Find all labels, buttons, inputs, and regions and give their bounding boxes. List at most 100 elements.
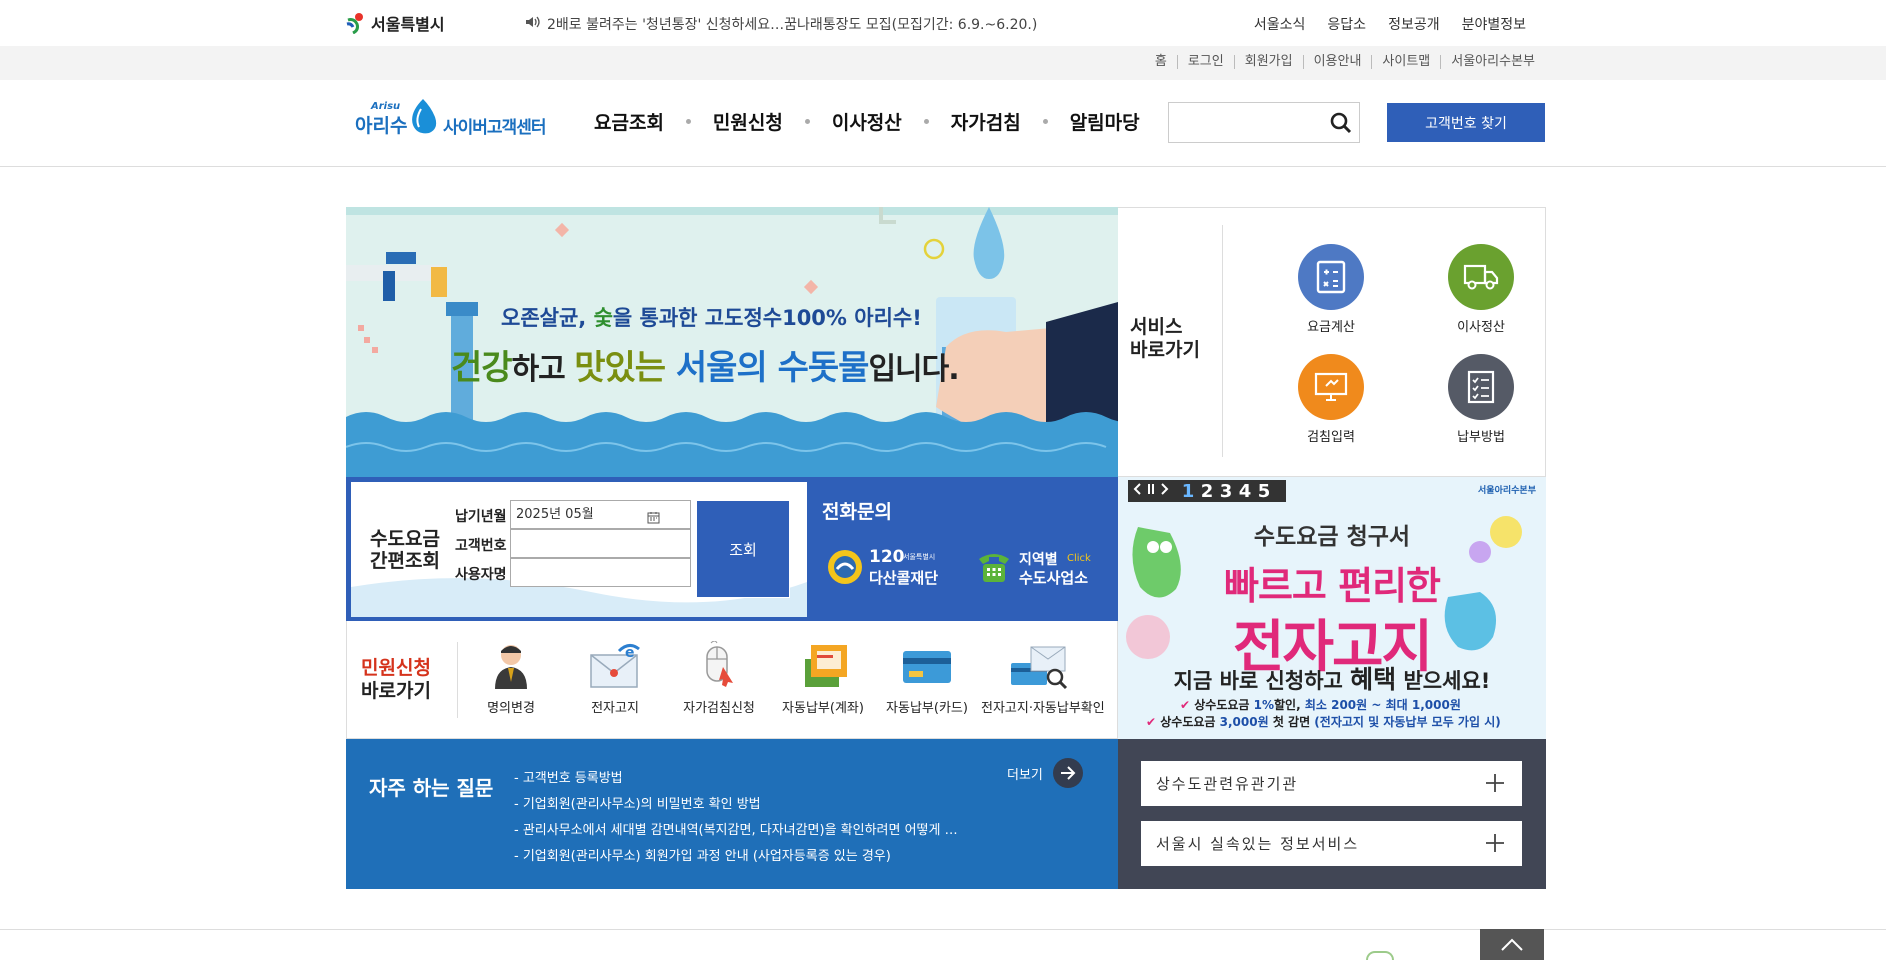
seoul-city-name: 서울특별시 <box>371 15 445 34</box>
gnb-self-reading[interactable]: 자가검침 <box>951 108 1021 135</box>
util-home-link[interactable]: 홈 <box>1145 55 1177 69</box>
civil-ebill[interactable]: e 전자고지 <box>565 641 665 716</box>
topnav-eungdapso[interactable]: 응답소 <box>1327 14 1366 34</box>
util-signup-link[interactable]: 회원가입 <box>1233 55 1303 69</box>
gnb-civil-petition[interactable]: 민원신청 <box>713 108 783 135</box>
faq-item[interactable]: - 기업회원(관리사무소) 회원가입 과정 안내 (사업자등록증 있는 경우) <box>514 845 891 864</box>
pager-page-1[interactable]: 1 <box>1180 481 1196 502</box>
util-arisu-hq-link[interactable]: 서울아리수본부 <box>1440 55 1545 69</box>
util-sitemap-link[interactable]: 사이트맵 <box>1371 55 1440 69</box>
plus-icon <box>1485 770 1505 798</box>
banner-line1-prefix: 오존살균, <box>501 306 594 330</box>
notice-ticker[interactable]: 2배로 불려주는 '청년통장' 신청하세요…꿈나래통장도 모집(모집기간: 6.… <box>525 14 1037 34</box>
ebill-cta-benefit: 혜택 <box>1350 665 1397 694</box>
gnb-separator <box>804 119 810 124</box>
phone-inquiry: 전화문의 120 서울특별시 다산콜재단 지역별 Click 수도사업소 <box>807 477 1118 621</box>
dasan-small-label: 서울특별시 <box>903 553 936 561</box>
ebill-note2-b: 3,000원 <box>1219 715 1269 729</box>
find-customer-number-button[interactable]: 고객번호 찾기 <box>1387 103 1545 142</box>
pause-icon[interactable] <box>1146 483 1156 499</box>
lookup-submit-button[interactable]: 조회 <box>696 500 790 598</box>
phone-inquiry-title: 전화문의 <box>822 501 892 523</box>
service-fee-calc[interactable]: 요금계산 <box>1276 244 1386 335</box>
pager-page-5[interactable]: 5 <box>1256 481 1272 502</box>
topnav-field-info[interactable]: 분야별정보 <box>1462 14 1526 34</box>
banner-line1-suffix: 을 통과한 고도정수100% 아리수! <box>612 306 922 330</box>
service-payment-method[interactable]: 납부방법 <box>1426 354 1536 445</box>
notice-text: 2배로 불려주는 '청년통장' 신청하세요…꿈나래통장도 모집(모집기간: 6.… <box>547 17 1038 33</box>
customer-number-field[interactable] <box>510 529 691 558</box>
civil-autopay-card[interactable]: 자동납부(카드) <box>877 641 977 716</box>
service-shortcuts-title: 서비스 바로가기 <box>1130 316 1200 362</box>
ebill-promo-banner[interactable]: 1 2 3 4 5 서울아리수본부 수도요금 청구서 빠르고 편리한 전자고지 … <box>1118 477 1546 739</box>
search-input[interactable] <box>1169 103 1319 142</box>
civil-autopay-account[interactable]: 자동납부(계좌) <box>773 641 873 716</box>
plus-icon <box>1485 830 1505 858</box>
ebill-note2-c: 첫 감면 <box>1268 715 1315 729</box>
util-login-link[interactable]: 로그인 <box>1176 55 1234 69</box>
arisu-logo[interactable]: Arisu 아리수 사이버고객센터 <box>355 95 555 139</box>
divider <box>1222 225 1223 457</box>
civil-self-reading[interactable]: 자가검침신청 <box>669 640 769 716</box>
civil-title-line2: 바로가기 <box>361 680 431 702</box>
utility-bar: 홈 로그인 회원가입 이용안내 사이트맵 서울아리수본부 <box>0 46 1886 80</box>
year-month-label: 납기년월 <box>455 509 507 525</box>
gnb-moving-settlement[interactable]: 이사정산 <box>832 108 902 135</box>
faq-item[interactable]: - 기업회원(관리사무소)의 비밀번호 확인 방법 <box>514 793 761 812</box>
service-meter-input[interactable]: 검침입력 <box>1276 354 1386 445</box>
search-icon[interactable] <box>1329 111 1353 135</box>
pager-page-4[interactable]: 4 <box>1237 481 1253 502</box>
quick-lookup-title: 수도요금 간편조회 <box>370 528 440 572</box>
seoul-city-logo[interactable]: 서울특별시 <box>345 10 445 36</box>
next-icon[interactable] <box>1159 483 1169 499</box>
search-card-icon <box>1011 641 1071 691</box>
quick-title-line2: 간편조회 <box>370 550 440 572</box>
faq-item[interactable]: - 고객번호 등록방법 <box>514 767 623 786</box>
speaker-icon <box>525 16 541 32</box>
ebill-pager: 1 2 3 4 5 <box>1128 480 1286 502</box>
footer-emblem-icon <box>1366 951 1394 960</box>
topnav-seoul-news[interactable]: 서울소식 <box>1254 14 1306 34</box>
seoul-info-services-dropdown[interactable]: 서울시 실속있는 정보서비스 <box>1141 821 1522 866</box>
logo-arisu-ko: 아리수 <box>355 115 408 137</box>
banner-word-is: 입니다. <box>868 352 959 387</box>
civil-item-label: 자가검침신청 <box>683 701 755 716</box>
faq-item[interactable]: - 관리사무소에서 세대별 감면내역(복지감면, 다자녀감면)을 확인하려면 어… <box>514 819 958 838</box>
civil-item-label: 자동납부(계좌) <box>782 701 864 716</box>
civil-item-label: 명의변경 <box>487 701 535 716</box>
gnb-notice-board[interactable]: 알림마당 <box>1070 108 1140 135</box>
gnb-fee-inquiry[interactable]: 요금조회 <box>594 108 664 135</box>
civil-ebill-autopay-check[interactable]: 전자고지·자동납부확인 <box>981 641 1105 716</box>
footer-divider <box>0 929 1886 930</box>
service-moving-settlement[interactable]: 이사정산 <box>1426 244 1536 335</box>
scroll-top-button[interactable] <box>1480 929 1544 960</box>
util-guide-link[interactable]: 이용안내 <box>1302 55 1372 69</box>
main-banner[interactable]: 오존살균, 숯을 통과한 고도정수100% 아리수! 건강하고 맛있는 서울의 … <box>346 207 1118 477</box>
faq-more-button[interactable]: 더보기 <box>1007 758 1083 788</box>
civil-name-change[interactable]: 명의변경 <box>461 641 561 716</box>
ebill-note2-d: (전자고지 및 자동납부 모두 가입 시) <box>1314 715 1501 729</box>
related-agencies-dropdown[interactable]: 상수도관련유관기관 <box>1141 761 1522 806</box>
prev-icon[interactable] <box>1133 483 1143 499</box>
dasan-name: 다산콜재단 <box>869 569 939 587</box>
dasan-call-link[interactable]: 120 서울특별시 다산콜재단 <box>827 547 957 587</box>
pager-page-2[interactable]: 2 <box>1199 481 1215 502</box>
checklist-icon <box>1448 354 1514 420</box>
ebill-note-2: ✔ 상수도요금 3,000원 첫 감면 (전자고지 및 자동납부 모두 가입 시… <box>1146 713 1501 730</box>
bankbook-icon <box>793 641 853 691</box>
dasan-number: 120 <box>869 547 905 567</box>
ebill-note2-a: 상수도요금 <box>1160 715 1220 729</box>
gnb-separator <box>1042 119 1048 124</box>
ebill-cta: 지금 바로 신청하고 혜택 받으세요! <box>1118 660 1546 696</box>
dasan-logo-icon <box>827 549 863 589</box>
svg-text:e: e <box>625 645 635 661</box>
service-label: 납부방법 <box>1457 430 1505 445</box>
user-name-field[interactable] <box>510 558 691 587</box>
pager-page-3[interactable]: 3 <box>1218 481 1234 502</box>
seoul-info-services-label: 서울시 실속있는 정보서비스 <box>1156 835 1360 853</box>
email-bill-icon: e <box>585 641 645 691</box>
service-shortcuts: 서비스 바로가기 요금계산 이사정산 검침입력 납부방법 <box>1118 207 1546 477</box>
topnav-info-disclosure[interactable]: 정보공개 <box>1388 14 1440 34</box>
regional-office-link[interactable]: 지역별 Click 수도사업소 <box>975 547 1105 587</box>
year-month-field[interactable]: 2025년 05월 <box>510 500 691 529</box>
